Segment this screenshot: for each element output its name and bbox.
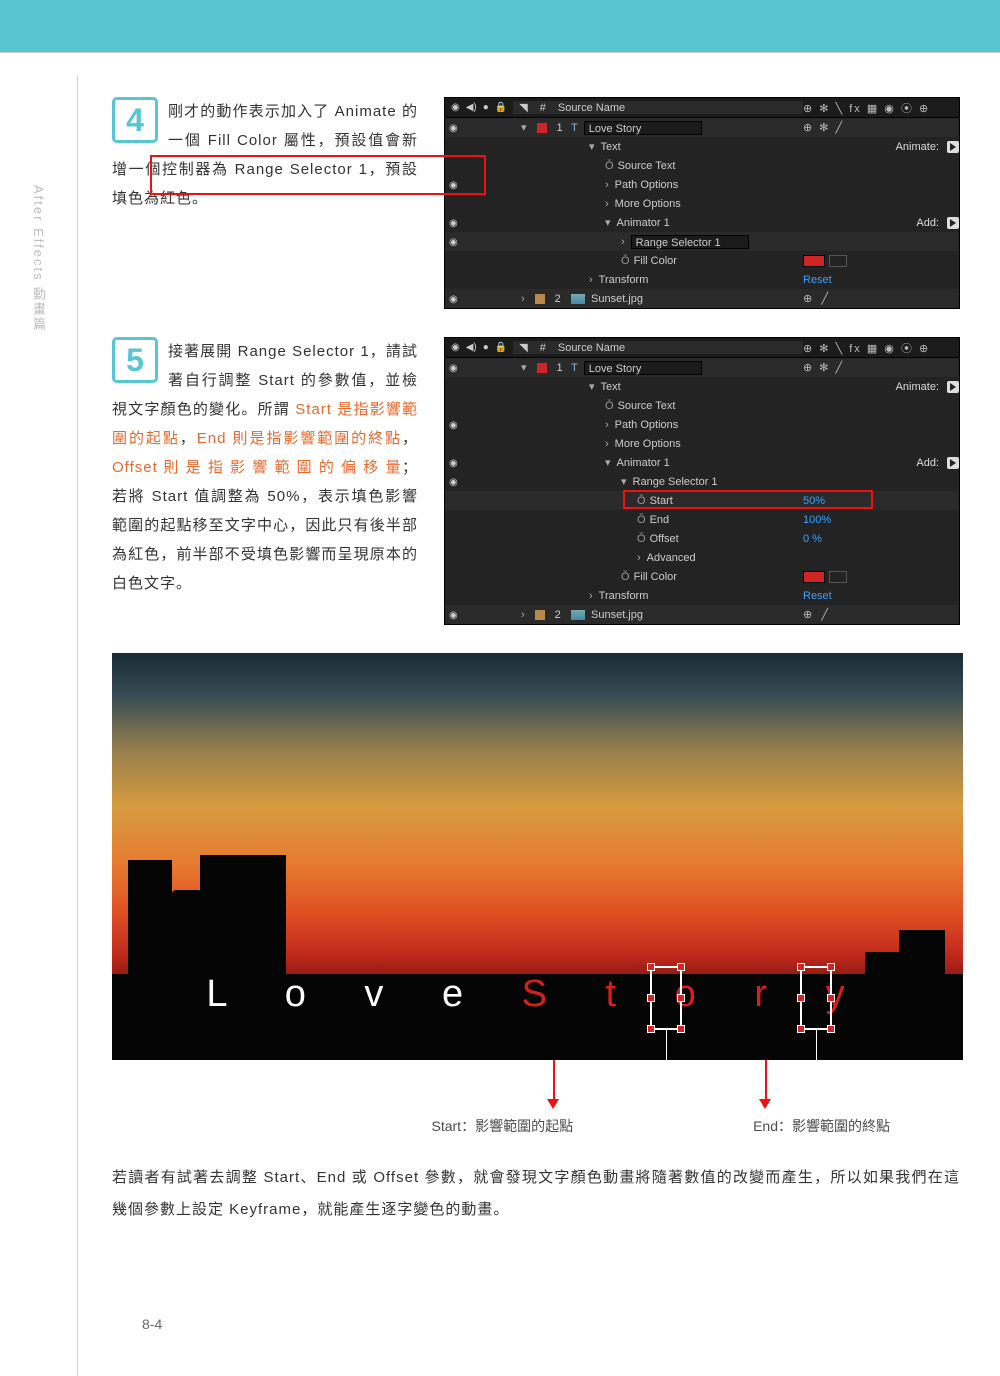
speaker-icon: ◀) — [466, 342, 477, 353]
eyedropper-icon[interactable] — [829, 255, 847, 267]
label-color[interactable] — [537, 123, 547, 133]
header-bar — [0, 0, 1000, 52]
text-layer: L o v e S t o r y — [112, 973, 963, 1016]
stopwatch-icon[interactable]: Ŏ — [621, 571, 634, 583]
chapter-side-label: After Effects 動畫篇 — [29, 185, 48, 332]
path-options-row[interactable]: ◉›Path Options — [445, 175, 959, 194]
closing-paragraph: 若讀者有試著去調整 Start、End 或 Offset 參數，就會發現文字顏色… — [112, 1162, 960, 1226]
layer-name[interactable]: Love Story — [584, 121, 702, 135]
offset-row[interactable]: ŎOffset0 % — [445, 529, 959, 548]
start-row[interactable]: ŎStart50% — [445, 491, 959, 510]
ae-timeline-panel-b: ◉◀)●🔒 ◥#Source Name ⊕ ✻ ╲ fx ▦ ◉ ⦿ ⊕ ◉▾1… — [444, 337, 960, 625]
selection-end-handle — [800, 966, 832, 1030]
layer-row-1[interactable]: ◉ ▾1 TLove Story ⊕ ✻ ╱ — [445, 118, 959, 137]
end-row[interactable]: ŎEnd100% — [445, 510, 959, 529]
add-button[interactable] — [947, 217, 959, 229]
left-gutter: After Effects 動畫篇 — [0, 75, 78, 1376]
step-number-5: 5 — [112, 337, 158, 383]
panel-header-icons: ◉ ◀) ● 🔒 — [445, 102, 513, 113]
image-icon — [571, 610, 585, 620]
stopwatch-icon[interactable]: Ŏ — [621, 255, 634, 267]
eye-icon: ◉ — [451, 102, 460, 113]
tag-icon: ◥ — [513, 101, 533, 114]
selection-start-handle — [650, 966, 682, 1030]
solo-icon: ● — [483, 342, 489, 353]
layer-row-1[interactable]: ◉▾1TLove Story⊕ ✻ ╱ — [445, 358, 959, 377]
eye-icon[interactable]: ◉ — [449, 123, 458, 134]
stopwatch-icon[interactable]: Ŏ — [605, 160, 618, 172]
text-group[interactable]: ▾Text Animate: — [445, 137, 959, 156]
callout-end: End：影響範圍的終點 — [753, 1116, 890, 1136]
image-icon — [571, 294, 585, 304]
col-source: Source Name — [552, 102, 631, 114]
stopwatch-icon[interactable]: Ŏ — [637, 533, 650, 545]
eye-icon: ◉ — [451, 342, 460, 353]
lock-icon: 🔒 — [495, 102, 507, 113]
composition-preview: L o v e S t o r y — [112, 653, 963, 1060]
speaker-icon: ◀) — [466, 102, 477, 113]
ae-timeline-panel-a: ◉ ◀) ● 🔒 ◥ # Source Name ⊕ ✻ ╲ fx ▦ ◉ ⦿ … — [444, 97, 960, 309]
solo-icon: ● — [483, 102, 489, 113]
color-swatch[interactable] — [803, 571, 825, 583]
add-button[interactable] — [947, 457, 959, 469]
switches-header: ⊕ ✻ ╲ fx ▦ ◉ ⦿ ⊕ — [803, 100, 959, 116]
fill-color-row[interactable]: ŎFill Color — [445, 251, 959, 270]
stopwatch-icon[interactable]: Ŏ — [637, 514, 650, 526]
animate-button[interactable] — [947, 141, 959, 153]
col-num: # — [534, 102, 552, 114]
animate-button[interactable] — [947, 381, 959, 393]
more-options-row[interactable]: ›More Options — [445, 194, 959, 213]
tag-icon: ◥ — [513, 341, 533, 354]
lock-icon: 🔒 — [495, 342, 507, 353]
layer-row-2[interactable]: ◉›2Sunset.jpg⊕ ╱ — [445, 289, 959, 308]
callout-start: Start：影響範圍的起點 — [432, 1116, 574, 1136]
step-number-4: 4 — [112, 97, 158, 143]
range-selector-row[interactable]: ◉›Range Selector 1 — [445, 232, 959, 251]
source-text-row[interactable]: ŎSource Text — [445, 156, 959, 175]
highlight-box — [623, 490, 873, 509]
stopwatch-icon[interactable]: Ŏ — [605, 400, 618, 412]
highlight-box — [150, 155, 486, 195]
page-number: 8-4 — [142, 1316, 162, 1332]
transform-row[interactable]: ›TransformReset — [445, 270, 959, 289]
reset-link[interactable]: Reset — [803, 274, 832, 286]
animator1-row[interactable]: ◉▾Animator 1Add: — [445, 213, 959, 232]
eyedropper-icon[interactable] — [829, 571, 847, 583]
color-swatch[interactable] — [803, 255, 825, 267]
divider — [0, 52, 1000, 53]
